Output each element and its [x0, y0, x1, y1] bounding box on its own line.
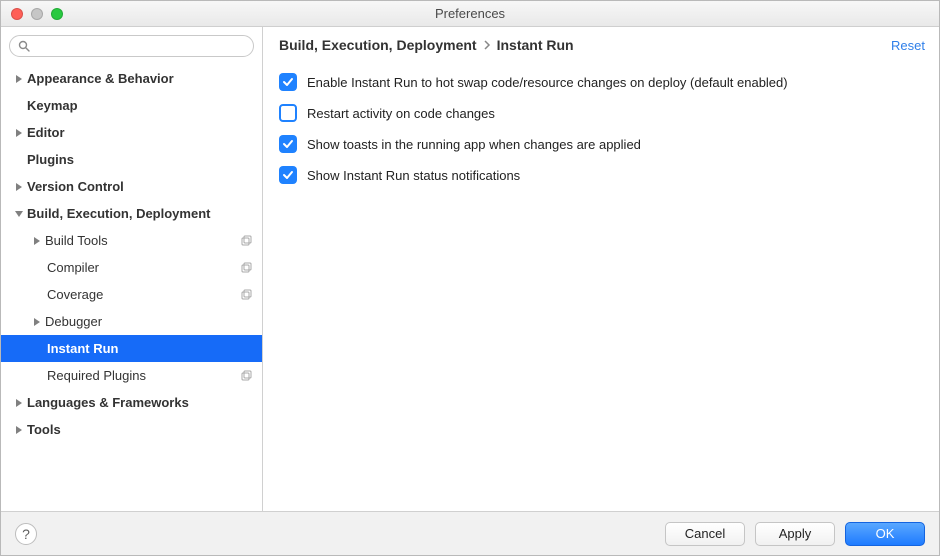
chevron-right-icon — [11, 127, 27, 139]
help-icon: ? — [22, 526, 30, 542]
checkbox-checked-icon[interactable] — [279, 166, 297, 184]
bottom-bar: ? Cancel Apply OK — [1, 511, 939, 555]
sidebar-item-label: Tools — [27, 422, 256, 437]
sidebar-item-label: Instant Run — [47, 341, 256, 356]
option-label: Enable Instant Run to hot swap code/reso… — [307, 73, 788, 92]
project-scope-icon — [241, 262, 256, 273]
chevron-right-icon — [11, 424, 27, 436]
help-button[interactable]: ? — [15, 523, 37, 545]
chevron-right-icon — [11, 397, 27, 409]
option-status-notifications[interactable]: Show Instant Run status notifications — [279, 160, 923, 191]
breadcrumb: Build, Execution, Deployment Instant Run… — [263, 27, 939, 63]
sidebar-item-build-tools[interactable]: Build Tools — [1, 227, 262, 254]
option-label: Show toasts in the running app when chan… — [307, 135, 641, 154]
chevron-right-icon — [11, 73, 27, 85]
search-icon — [18, 40, 30, 52]
options-list: Enable Instant Run to hot swap code/reso… — [263, 63, 939, 195]
chevron-right-icon — [477, 40, 497, 50]
sidebar-item-languages-frameworks[interactable]: Languages & Frameworks — [1, 389, 262, 416]
sidebar-item-debugger[interactable]: Debugger — [1, 308, 262, 335]
settings-tree: Appearance & Behavior Keymap Editor Plug… — [1, 63, 262, 511]
sidebar-item-label: Compiler — [47, 260, 241, 275]
sidebar: Appearance & Behavior Keymap Editor Plug… — [1, 27, 263, 511]
sidebar-item-version-control[interactable]: Version Control — [1, 173, 262, 200]
option-restart-activity[interactable]: Restart activity on code changes — [279, 98, 923, 129]
apply-button[interactable]: Apply — [755, 522, 835, 546]
sidebar-item-coverage[interactable]: Coverage — [1, 281, 262, 308]
reset-link[interactable]: Reset — [891, 38, 925, 53]
sidebar-item-label: Build Tools — [45, 233, 241, 248]
search-input[interactable] — [34, 39, 245, 54]
sidebar-item-compiler[interactable]: Compiler — [1, 254, 262, 281]
sidebar-item-editor[interactable]: Editor — [1, 119, 262, 146]
titlebar: Preferences — [1, 1, 939, 27]
sidebar-item-keymap[interactable]: Keymap — [1, 92, 262, 119]
window-title: Preferences — [1, 6, 939, 21]
chevron-right-icon — [29, 316, 45, 328]
sidebar-item-label: Required Plugins — [47, 368, 241, 383]
checkbox-checked-icon[interactable] — [279, 73, 297, 91]
breadcrumb-leaf: Instant Run — [497, 37, 574, 53]
sidebar-item-label: Languages & Frameworks — [27, 395, 256, 410]
sidebar-item-plugins[interactable]: Plugins — [1, 146, 262, 173]
checkbox-unchecked-icon[interactable] — [279, 104, 297, 122]
content-panel: Build, Execution, Deployment Instant Run… — [263, 27, 939, 511]
cancel-button[interactable]: Cancel — [665, 522, 745, 546]
option-label: Show Instant Run status notifications — [307, 166, 520, 185]
option-show-toasts[interactable]: Show toasts in the running app when chan… — [279, 129, 923, 160]
sidebar-item-label: Debugger — [45, 314, 256, 329]
sidebar-item-label: Build, Execution, Deployment — [27, 206, 256, 221]
sidebar-item-required-plugins[interactable]: Required Plugins — [1, 362, 262, 389]
spacer-icon — [11, 154, 27, 166]
breadcrumb-root[interactable]: Build, Execution, Deployment — [279, 37, 477, 53]
project-scope-icon — [241, 370, 256, 381]
sidebar-item-label: Appearance & Behavior — [27, 71, 256, 86]
project-scope-icon — [241, 235, 256, 246]
ok-button[interactable]: OK — [845, 522, 925, 546]
search-box[interactable] — [9, 35, 254, 57]
spacer-icon — [11, 100, 27, 112]
sidebar-item-label: Version Control — [27, 179, 256, 194]
option-label: Restart activity on code changes — [307, 104, 495, 123]
checkbox-checked-icon[interactable] — [279, 135, 297, 153]
sidebar-item-build-execution-deployment[interactable]: Build, Execution, Deployment — [1, 200, 262, 227]
chevron-down-icon — [11, 208, 27, 220]
option-enable-instant-run[interactable]: Enable Instant Run to hot swap code/reso… — [279, 67, 923, 98]
sidebar-item-appearance-behavior[interactable]: Appearance & Behavior — [1, 65, 262, 92]
project-scope-icon — [241, 289, 256, 300]
sidebar-item-label: Keymap — [27, 98, 256, 113]
chevron-right-icon — [11, 181, 27, 193]
sidebar-item-instant-run[interactable]: Instant Run — [1, 335, 262, 362]
chevron-right-icon — [29, 235, 45, 247]
sidebar-item-label: Editor — [27, 125, 256, 140]
sidebar-item-label: Plugins — [27, 152, 256, 167]
sidebar-item-tools[interactable]: Tools — [1, 416, 262, 443]
sidebar-item-label: Coverage — [47, 287, 241, 302]
